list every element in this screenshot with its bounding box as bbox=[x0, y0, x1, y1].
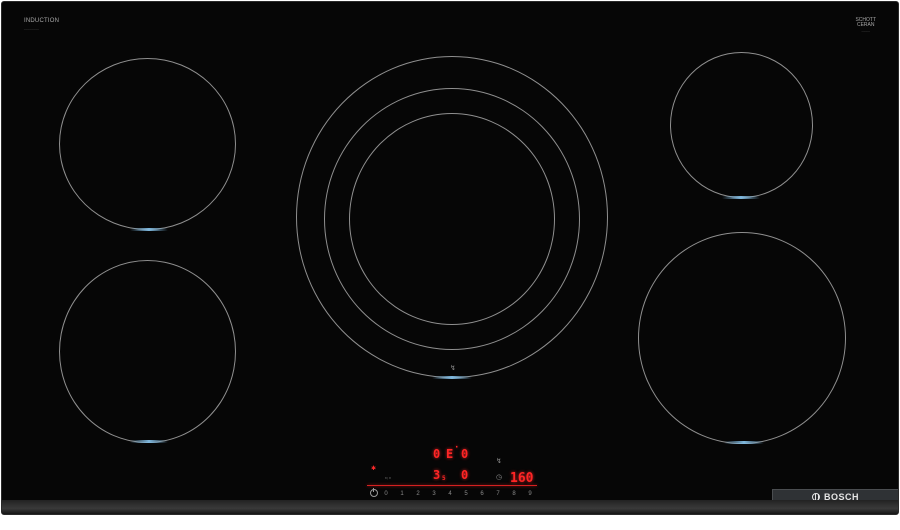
zone-display-1-dot: · bbox=[454, 443, 460, 453]
level-1[interactable]: 1 bbox=[398, 491, 406, 497]
timer-display: 160 bbox=[510, 471, 534, 486]
level-7[interactable]: 7 bbox=[494, 491, 502, 497]
level-9[interactable]: 9 bbox=[526, 491, 534, 497]
level-8[interactable]: 8 bbox=[510, 491, 518, 497]
level-5[interactable]: 5 bbox=[462, 491, 470, 497]
level-3[interactable]: 3 bbox=[430, 491, 438, 497]
level-2[interactable]: 2 bbox=[414, 491, 422, 497]
pan-sensor-icon[interactable]: ↯ bbox=[496, 458, 502, 465]
level-0[interactable]: 0 bbox=[382, 491, 390, 497]
frame-bottom-edge bbox=[2, 500, 898, 514]
burner-rear-left[interactable] bbox=[59, 260, 236, 443]
flame-indicator: ✱ bbox=[371, 466, 377, 472]
zone-display-2-mid: 0 bbox=[461, 468, 469, 482]
burner-rear-left-indicator bbox=[130, 440, 168, 443]
induction-sub: ________ bbox=[24, 26, 39, 30]
burner-rear-right[interactable] bbox=[638, 232, 846, 444]
burner-front-right-indicator bbox=[722, 196, 760, 199]
zone-display-2-sub: 5 bbox=[442, 475, 446, 482]
burner-center-inner bbox=[349, 113, 555, 325]
zone-display-1-right: 0 bbox=[461, 447, 469, 461]
zone-display-1-left: 0 bbox=[433, 447, 441, 461]
power-icon[interactable] bbox=[370, 488, 378, 497]
zone-display-1-mid: E bbox=[446, 447, 454, 461]
level-4[interactable]: 4 bbox=[446, 491, 454, 497]
burner-rear-right-indicator bbox=[724, 441, 764, 444]
power-slider-track[interactable] bbox=[367, 485, 537, 486]
schott-sub: _____ bbox=[861, 28, 870, 32]
zone-display-2-left: 3 bbox=[433, 468, 441, 482]
cooktop-surface: INDUCTION ________ SCHOTT CERAN _____ ↯ … bbox=[1, 1, 899, 515]
clock-icon[interactable]: ◷ bbox=[496, 474, 502, 481]
induction-label: INDUCTION ________ bbox=[24, 18, 59, 30]
level-6[interactable]: 6 bbox=[478, 491, 486, 497]
burner-front-left-indicator bbox=[130, 228, 168, 231]
pan-steam-icon: ↯ bbox=[450, 365, 456, 372]
burner-center-indicator bbox=[432, 376, 472, 379]
burner-front-left[interactable] bbox=[59, 58, 236, 230]
left-small-labels: 8 | 8 bbox=[385, 476, 391, 480]
induction-title: INDUCTION bbox=[24, 18, 60, 24]
schott-ceran-label: SCHOTT CERAN _____ bbox=[855, 18, 876, 33]
power-level-slider[interactable]: 0 1 2 3 4 5 6 7 8 9 bbox=[382, 491, 534, 497]
burner-front-right[interactable] bbox=[670, 52, 813, 198]
